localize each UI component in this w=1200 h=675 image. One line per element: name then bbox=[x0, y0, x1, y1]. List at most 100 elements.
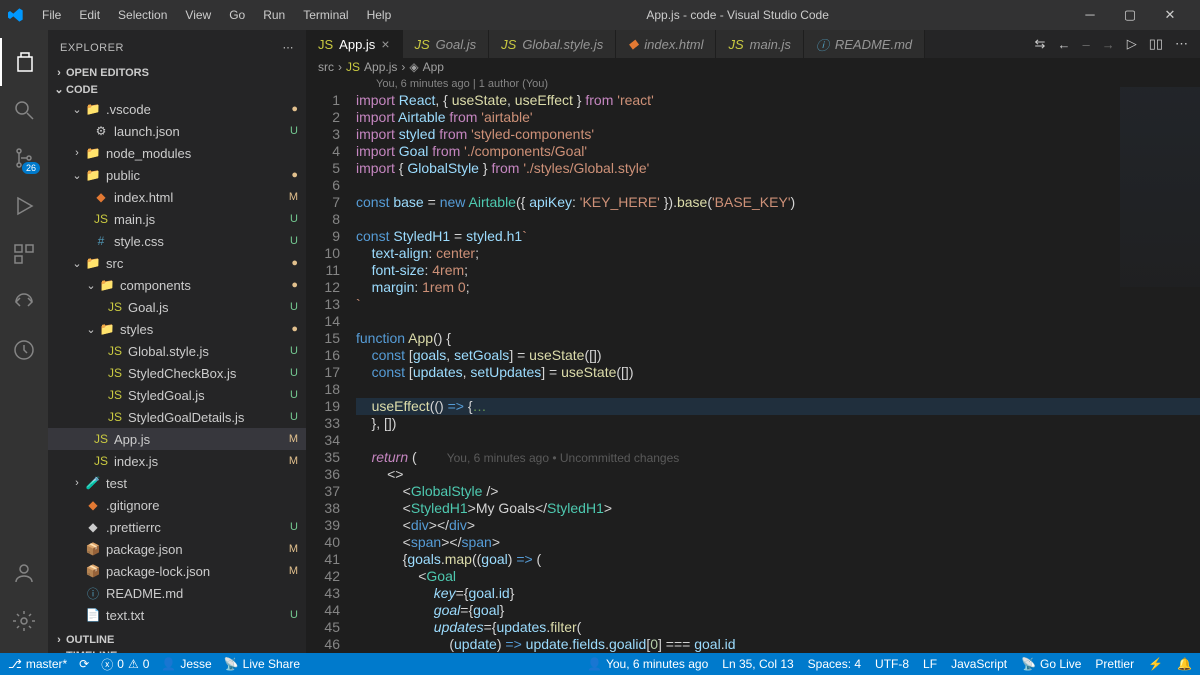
menu-help[interactable]: Help bbox=[359, 4, 400, 26]
menu-file[interactable]: File bbox=[34, 4, 69, 26]
status-golive[interactable]: 📡 Go Live bbox=[1021, 657, 1081, 671]
status-bell-icon[interactable]: 🔔 bbox=[1177, 657, 1192, 671]
menu-view[interactable]: View bbox=[177, 4, 219, 26]
folder-src[interactable]: ⌄📁src● bbox=[48, 252, 306, 274]
section-open-editors[interactable]: ›OPEN EDITORS bbox=[48, 65, 306, 81]
breadcrumb-item[interactable]: src bbox=[318, 60, 334, 74]
folder-vscode[interactable]: ⌄📁.vscode● bbox=[48, 98, 306, 120]
sidebar: EXPLORER ⋯ ›OPEN EDITORS ⌄CODE ⌄📁.vscode… bbox=[48, 30, 306, 653]
status-gitlens[interactable]: 👤 You, 6 minutes ago bbox=[587, 657, 708, 671]
folder-node-modules[interactable]: ›📁node_modules bbox=[48, 142, 306, 164]
folder-public[interactable]: ⌄📁public● bbox=[48, 164, 306, 186]
status-lang[interactable]: JavaScript bbox=[951, 657, 1007, 671]
minimap[interactable] bbox=[1120, 87, 1200, 287]
tree-label: node_modules bbox=[106, 146, 191, 161]
file-global-style[interactable]: JSGlobal.style.jsU bbox=[48, 340, 306, 362]
gitlens-annotation: You, 6 minutes ago | 1 author (You) bbox=[306, 76, 1200, 92]
activity-scm[interactable]: 26 bbox=[0, 134, 48, 182]
file-readme[interactable]: ⓘREADME.md bbox=[48, 582, 306, 604]
activity-debug[interactable] bbox=[0, 182, 48, 230]
activity-settings[interactable] bbox=[0, 597, 48, 645]
section-timeline[interactable]: ›TIMELINE bbox=[48, 648, 306, 653]
file-goal-js[interactable]: JSGoal.jsU bbox=[48, 296, 306, 318]
close-icon[interactable]: × bbox=[381, 36, 389, 52]
activity-explorer[interactable] bbox=[0, 38, 48, 86]
symbol-icon: ◈ bbox=[409, 60, 418, 74]
section-outline[interactable]: ›OUTLINE bbox=[48, 632, 306, 648]
go-forward-icon[interactable]: → bbox=[1102, 37, 1115, 52]
status-branch[interactable]: ⎇ master* bbox=[8, 657, 67, 671]
file-index-js[interactable]: JSindex.jsM bbox=[48, 450, 306, 472]
menu-edit[interactable]: Edit bbox=[71, 4, 108, 26]
file-package-json[interactable]: 📦package.jsonM bbox=[48, 538, 306, 560]
status-feedback-icon[interactable]: ⚡ bbox=[1148, 657, 1163, 671]
folder-components[interactable]: ⌄📁components● bbox=[48, 274, 306, 296]
activity-remote[interactable] bbox=[0, 278, 48, 326]
file-main-js[interactable]: JSmain.jsU bbox=[48, 208, 306, 230]
status-user[interactable]: 👤 Jesse bbox=[161, 657, 211, 671]
status-errors[interactable]: ⓧ 0 ⚠ 0 bbox=[101, 656, 149, 673]
maximize-button[interactable]: ▢ bbox=[1116, 7, 1144, 23]
breadcrumb[interactable]: src› JSApp.js› ◈App bbox=[306, 58, 1200, 76]
status-position[interactable]: Ln 35, Col 13 bbox=[722, 657, 793, 671]
run-icon[interactable]: ▷ bbox=[1127, 36, 1137, 52]
js-icon: JS bbox=[415, 37, 430, 52]
minimize-button[interactable]: ─ bbox=[1076, 7, 1104, 23]
html-icon: ◆ bbox=[628, 36, 638, 52]
file-app-js[interactable]: JSApp.jsM bbox=[48, 428, 306, 450]
go-dash-icon[interactable]: – bbox=[1082, 37, 1089, 52]
tree-label: index.js bbox=[114, 454, 158, 469]
line-numbers: 1234567891011121314151617181933343536373… bbox=[306, 92, 356, 653]
menu-terminal[interactable]: Terminal bbox=[295, 4, 356, 26]
sidebar-more-icon[interactable]: ⋯ bbox=[283, 41, 295, 54]
file-prettierrc[interactable]: ◆.prettierrcU bbox=[48, 516, 306, 538]
go-back-icon[interactable]: ← bbox=[1057, 37, 1070, 52]
file-launch[interactable]: ⚙launch.jsonU bbox=[48, 120, 306, 142]
file-index-html[interactable]: ◆index.htmlM bbox=[48, 186, 306, 208]
breadcrumb-item[interactable]: App.js bbox=[364, 60, 397, 74]
tab-index-html[interactable]: ◆index.html bbox=[616, 30, 716, 58]
activity-extensions[interactable] bbox=[0, 230, 48, 278]
split-icon[interactable]: ▯▯ bbox=[1149, 36, 1163, 52]
editor-area: JSApp.js× JSGoal.js JSGlobal.style.js ◆i… bbox=[306, 30, 1200, 653]
status-spaces[interactable]: Spaces: 4 bbox=[808, 657, 861, 671]
menu-run[interactable]: Run bbox=[255, 4, 293, 26]
file-styled-checkbox[interactable]: JSStyledCheckBox.jsU bbox=[48, 362, 306, 384]
tab-label: README.md bbox=[835, 37, 912, 52]
tree-label: .gitignore bbox=[106, 498, 159, 513]
folder-test[interactable]: ›🧪test bbox=[48, 472, 306, 494]
code-editor[interactable]: 1234567891011121314151617181933343536373… bbox=[306, 92, 1200, 653]
title-bar: File Edit Selection View Go Run Terminal… bbox=[0, 0, 1200, 30]
menu-selection[interactable]: Selection bbox=[110, 4, 175, 26]
activity-gitlens[interactable] bbox=[0, 326, 48, 374]
tab-label: Global.style.js bbox=[522, 37, 603, 52]
status-eol[interactable]: LF bbox=[923, 657, 937, 671]
code-content[interactable]: import React, { useState, useEffect } fr… bbox=[356, 92, 1200, 653]
folder-styles[interactable]: ⌄📁styles● bbox=[48, 318, 306, 340]
file-style-css[interactable]: #style.cssU bbox=[48, 230, 306, 252]
file-gitignore[interactable]: ◆.gitignore bbox=[48, 494, 306, 516]
file-text-txt[interactable]: 📄text.txtU bbox=[48, 604, 306, 626]
tab-label: main.js bbox=[750, 37, 791, 52]
status-prettier[interactable]: Prettier bbox=[1095, 657, 1134, 671]
tab-goal-js[interactable]: JSGoal.js bbox=[403, 30, 490, 58]
activity-account[interactable] bbox=[0, 549, 48, 597]
menu-go[interactable]: Go bbox=[221, 4, 253, 26]
more-icon[interactable]: ⋯ bbox=[1175, 36, 1188, 52]
file-package-lock[interactable]: 📦package-lock.jsonM bbox=[48, 560, 306, 582]
status-encoding[interactable]: UTF-8 bbox=[875, 657, 909, 671]
status-sync[interactable]: ⟳ bbox=[79, 657, 89, 671]
close-button[interactable]: ✕ bbox=[1156, 7, 1184, 23]
section-workspace[interactable]: ⌄CODE bbox=[48, 81, 306, 98]
tree-label: StyledGoal.js bbox=[128, 388, 205, 403]
tab-app-js[interactable]: JSApp.js× bbox=[306, 30, 403, 58]
file-styled-goal-details[interactable]: JSStyledGoalDetails.jsU bbox=[48, 406, 306, 428]
status-liveshare[interactable]: 📡 Live Share bbox=[224, 657, 300, 671]
activity-search[interactable] bbox=[0, 86, 48, 134]
tab-main-js[interactable]: JSmain.js bbox=[716, 30, 803, 58]
breadcrumb-item[interactable]: App bbox=[423, 60, 444, 74]
compare-icon[interactable]: ⇆ bbox=[1035, 36, 1046, 52]
tab-global-style[interactable]: JSGlobal.style.js bbox=[489, 30, 616, 58]
tab-readme[interactable]: ⓘREADME.md bbox=[804, 30, 925, 58]
file-styled-goal[interactable]: JSStyledGoal.jsU bbox=[48, 384, 306, 406]
